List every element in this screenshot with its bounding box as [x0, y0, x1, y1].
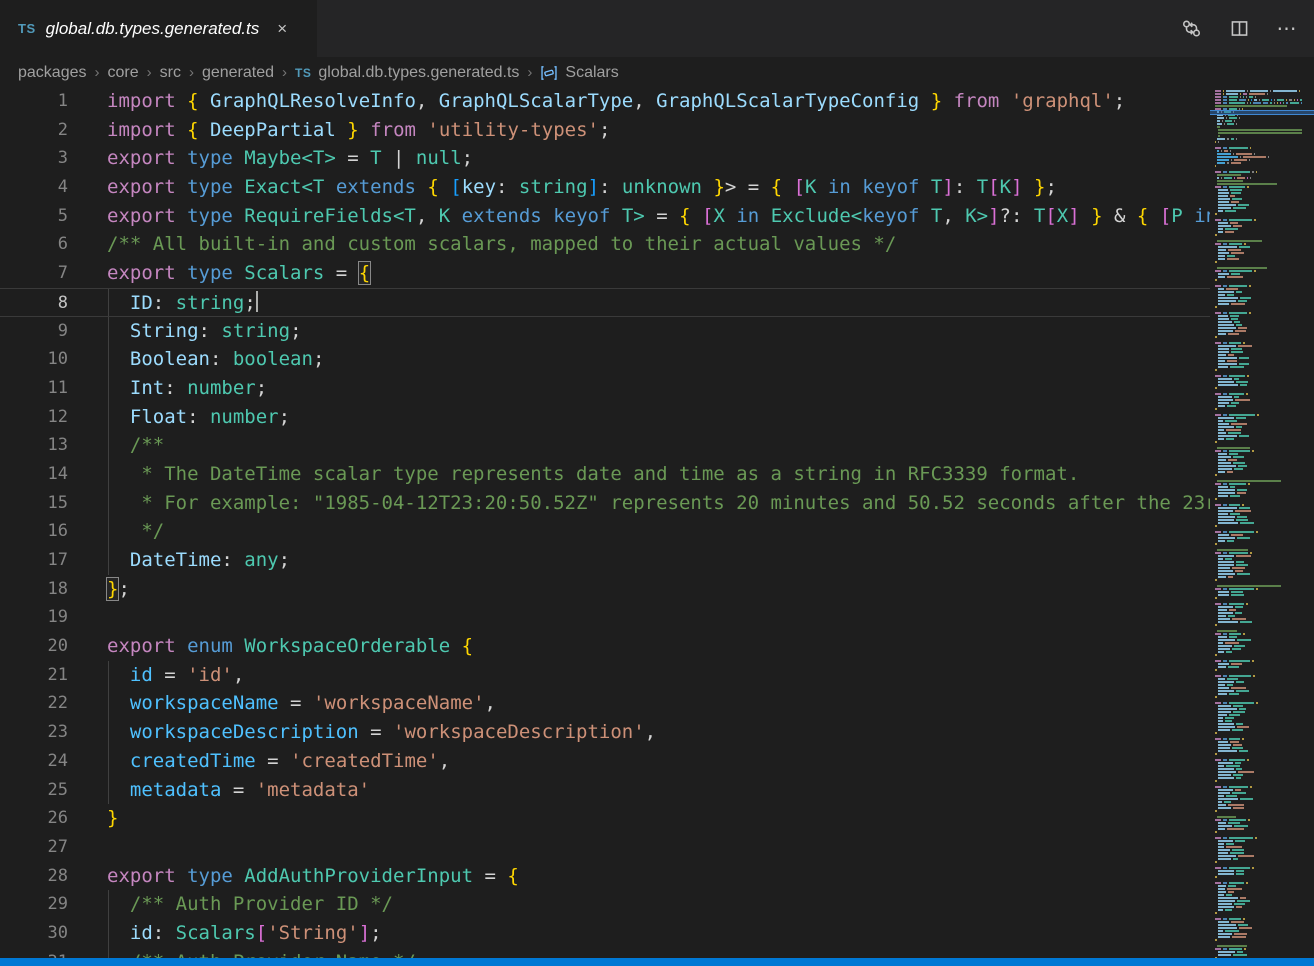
line-number: 27	[0, 833, 68, 862]
code-line: 17 DateTime: any;	[0, 546, 1210, 575]
line-number: 5	[0, 202, 68, 231]
code-line: 10 Boolean: boolean;	[0, 345, 1210, 374]
ts-file-icon: TS	[295, 66, 311, 80]
line-number: 15	[0, 489, 68, 518]
code-line: 21 id = 'id',	[0, 661, 1210, 690]
code-line: 12 Float: number;	[0, 403, 1210, 432]
chevron-right-icon: ›	[282, 64, 287, 81]
code-line: 3export type Maybe<T> = T | null;	[0, 144, 1210, 173]
status-bar	[0, 958, 1314, 966]
code-line: 22 workspaceName = 'workspaceName',	[0, 689, 1210, 718]
line-number: 2	[0, 116, 68, 145]
breadcrumb-item-src[interactable]: src	[160, 64, 181, 82]
line-number: 11	[0, 374, 68, 403]
code-line: 18};	[0, 575, 1210, 604]
chevron-right-icon: ›	[147, 64, 152, 81]
code-line: 20export enum WorkspaceOrderable {	[0, 632, 1210, 661]
code-line: 2import { DeepPartial } from 'utility-ty…	[0, 116, 1210, 145]
line-number: 7	[0, 259, 68, 288]
code-line: 31 /** Auth Provider Name */	[0, 948, 1210, 958]
line-number: 20	[0, 632, 68, 661]
code-line: 24 createdTime = 'createdTime',	[0, 747, 1210, 776]
breadcrumb-item-global-db-types-generated-ts[interactable]: TS global.db.types.generated.ts	[295, 64, 519, 82]
code-line: 27	[0, 833, 1210, 862]
line-number: 31	[0, 948, 68, 958]
chevron-right-icon: ›	[189, 64, 194, 81]
tab-global-db-types[interactable]: TS global.db.types.generated.ts ×	[0, 0, 317, 57]
breadcrumb-label: core	[108, 64, 139, 82]
line-number: 4	[0, 173, 68, 202]
line-number: 28	[0, 862, 68, 891]
breadcrumb-item-core[interactable]: core	[108, 64, 139, 82]
minimap-current-line	[1210, 110, 1314, 115]
line-number: 23	[0, 718, 68, 747]
symbol-variable-icon	[540, 64, 558, 82]
breadcrumb-label: Scalars	[565, 64, 618, 82]
line-number: 1	[0, 87, 68, 116]
code-line: 29 /** Auth Provider ID */	[0, 890, 1210, 919]
code-line: 6/** All built-in and custom scalars, ma…	[0, 230, 1210, 259]
breadcrumb-label: global.db.types.generated.ts	[318, 64, 519, 82]
chevron-right-icon: ›	[527, 64, 532, 81]
line-number: 18	[0, 575, 68, 604]
close-icon[interactable]: ×	[277, 20, 287, 37]
code-line: 4export type Exact<T extends { [key: str…	[0, 173, 1210, 202]
editor[interactable]: 1import { GraphQLResolveInfo, GraphQLSca…	[0, 87, 1210, 958]
code-line: 9 String: string;	[0, 317, 1210, 346]
breadcrumb-item-packages[interactable]: packages	[18, 64, 87, 82]
editor-actions: ⋯	[1174, 0, 1304, 57]
breadcrumb-label: src	[160, 64, 181, 82]
code-line: 19	[0, 603, 1210, 632]
line-number: 6	[0, 230, 68, 259]
line-number: 24	[0, 747, 68, 776]
minimap-content	[1215, 90, 1302, 958]
code-line: 25 metadata = 'metadata'	[0, 776, 1210, 805]
line-number: 17	[0, 546, 68, 575]
code-line: 28export type AddAuthProviderInput = {	[0, 862, 1210, 891]
code-line: 1import { GraphQLResolveInfo, GraphQLSca…	[0, 87, 1210, 116]
chevron-right-icon: ›	[95, 64, 100, 81]
tab-title: global.db.types.generated.ts	[46, 19, 260, 39]
code-line: 26}	[0, 804, 1210, 833]
line-number: 16	[0, 517, 68, 546]
line-number: 29	[0, 890, 68, 919]
line-number: 30	[0, 919, 68, 948]
line-number: 12	[0, 403, 68, 432]
code-line: 7export type Scalars = {	[0, 259, 1210, 288]
code-line: 8 ID: string;	[0, 288, 1210, 317]
breadcrumb-item-generated[interactable]: generated	[202, 64, 274, 82]
more-actions-icon[interactable]: ⋯	[1270, 12, 1304, 46]
line-number: 13	[0, 431, 68, 460]
breadcrumb-label: packages	[18, 64, 87, 82]
code-line: 11 Int: number;	[0, 374, 1210, 403]
line-number: 14	[0, 460, 68, 489]
breadcrumb-label: generated	[202, 64, 274, 82]
line-number: 22	[0, 689, 68, 718]
text-cursor	[256, 291, 258, 312]
line-number: 10	[0, 345, 68, 374]
code-line: 23 workspaceDescription = 'workspaceDesc…	[0, 718, 1210, 747]
line-number: 21	[0, 661, 68, 690]
code-line: 13 /**	[0, 431, 1210, 460]
minimap[interactable]	[1210, 88, 1314, 958]
split-editor-icon[interactable]	[1222, 12, 1256, 46]
line-number: 9	[0, 317, 68, 346]
line-number: 3	[0, 144, 68, 173]
code-line: 14 * The DateTime scalar type represents…	[0, 460, 1210, 489]
code-line: 16 */	[0, 517, 1210, 546]
breadcrumb-item-scalars[interactable]: Scalars	[540, 64, 618, 82]
line-number: 26	[0, 804, 68, 833]
open-changes-icon[interactable]	[1174, 12, 1208, 46]
code-line: 5export type RequireFields<T, K extends …	[0, 202, 1210, 231]
breadcrumb: packages › core › src › generated › TS global.db.…	[0, 57, 1314, 88]
code-line: 30 id: Scalars['String'];	[0, 919, 1210, 948]
line-number: 25	[0, 776, 68, 805]
line-number: 8	[0, 289, 68, 316]
tab-bar: TS global.db.types.generated.ts × ⋯	[0, 0, 1314, 57]
code-line: 15 * For example: "1985-04-12T23:20:50.5…	[0, 489, 1210, 518]
ts-file-icon: TS	[18, 21, 36, 36]
line-number: 19	[0, 603, 68, 632]
